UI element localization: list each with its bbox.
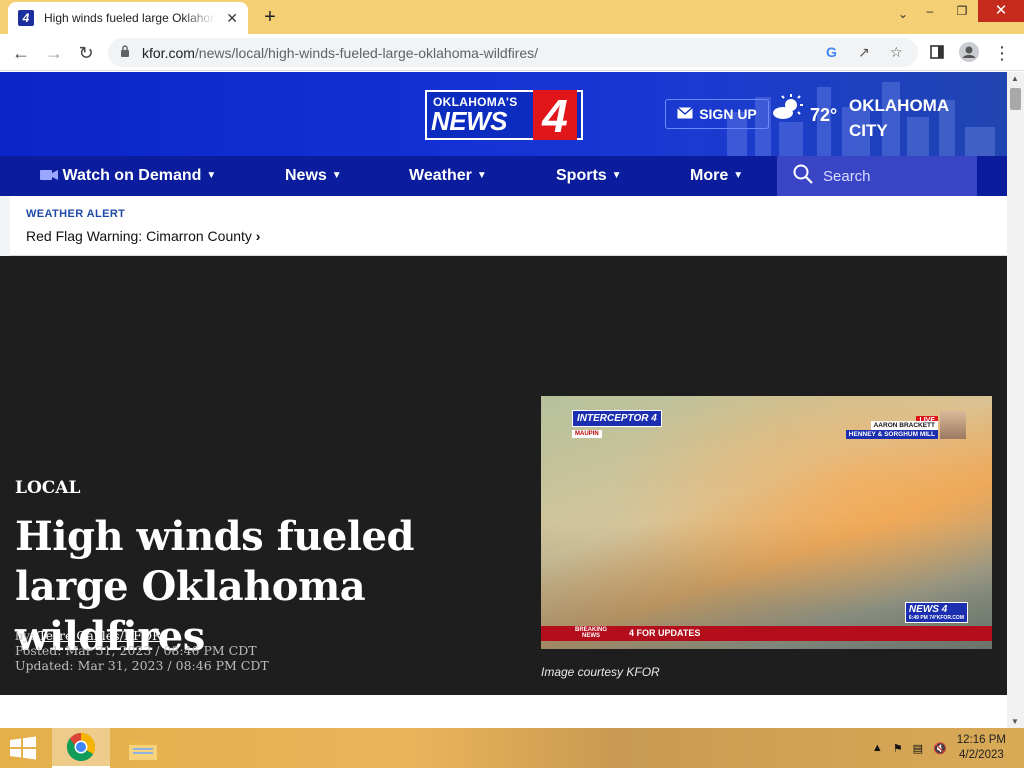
chevron-right-icon: › — [255, 228, 261, 244]
search-placeholder: Search — [823, 167, 871, 185]
article-category[interactable]: LOCAL — [15, 478, 80, 498]
tab-title: High winds fueled large Oklahoma wildfir… — [44, 11, 216, 25]
ticker-text: 4 FOR UPDATES — [629, 628, 701, 638]
nav-weather[interactable]: Weather ▼ — [409, 156, 487, 196]
volume-muted-icon[interactable]: 🔇 — [933, 742, 947, 755]
windows-taskbar: ▲ ⚑ ▤ 🔇 12:16 PM 4/2/2023 — [0, 728, 1024, 768]
web-page: OKLAHOMA'S NEWS 4 SIGN UP 72° OKLAHOMA C… — [0, 72, 1007, 728]
alert-link[interactable]: Red Flag Warning: Cimarron County › — [26, 228, 260, 244]
author-link[interactable]: Terré Gables/KFOR — [38, 628, 161, 643]
address-bar[interactable]: kfor.com/news/local/high-winds-fueled-la… — [108, 38, 918, 67]
file-explorer-taskbar-button[interactable] — [114, 728, 172, 768]
breaking-news-ticker: BREAKING NEWS 4 FOR UPDATES — [541, 626, 992, 641]
partly-sunny-icon[interactable] — [770, 92, 804, 126]
chevron-down-icon: ▼ — [206, 170, 217, 181]
network-icon[interactable]: ▤ — [913, 742, 923, 755]
scroll-down-arrow-icon[interactable]: ▼ — [1011, 717, 1019, 726]
nav-news[interactable]: News ▼ — [285, 156, 342, 196]
image-caption: Image courtesy KFOR — [541, 665, 660, 679]
news4-corner-logo: NEWS 4 6:49 PM 74°KFOR.COM — [904, 602, 968, 623]
google-lens-icon[interactable]: G — [826, 44, 837, 60]
nav-more[interactable]: More ▼ — [690, 156, 743, 196]
browser-titlebar: 4 High winds fueled large Oklahoma wildf… — [0, 0, 1024, 34]
reload-icon[interactable]: ↻ — [75, 42, 97, 64]
side-panel-icon[interactable] — [926, 42, 948, 64]
scroll-up-arrow-icon[interactable]: ▲ — [1011, 74, 1019, 83]
chevron-down-icon: ▼ — [331, 170, 342, 181]
lock-icon[interactable] — [120, 45, 130, 60]
envelope-icon — [677, 106, 694, 122]
video-camera-icon — [40, 157, 58, 197]
nav-sports[interactable]: Sports ▼ — [556, 156, 622, 196]
new-tab-button[interactable]: + — [258, 6, 282, 28]
tab-search-chevron-icon[interactable]: ⌄ — [898, 7, 908, 21]
close-tab-icon[interactable]: ✕ — [226, 10, 238, 27]
window-controls: – ❐ ✕ — [914, 0, 1024, 28]
location-label: HENNEY & SORGHUM MILL — [845, 430, 938, 439]
city-name[interactable]: OKLAHOMA CITY — [849, 93, 989, 143]
browser-menu-icon[interactable]: ⋮ — [991, 42, 1013, 64]
article-byline: by: Terré Gables/KFOR Posted: Mar 31, 20… — [15, 628, 269, 673]
search-input[interactable]: Search — [777, 156, 977, 196]
search-icon — [793, 164, 813, 189]
action-center-flag-icon[interactable]: ⚑ — [893, 742, 903, 755]
updated-date: Updated: Mar 31, 2023 / 08:46 PM CDT — [15, 658, 269, 673]
scroll-thumb[interactable] — [1010, 88, 1021, 110]
chevron-down-icon: ▼ — [476, 170, 487, 181]
kfor-favicon-icon: 4 — [18, 10, 34, 26]
chrome-icon — [66, 733, 95, 761]
main-navigation: Watch on Demand ▼ News ▼ Weather ▼ Sports ▼ … — [0, 156, 1007, 196]
folder-icon — [129, 740, 157, 760]
share-icon[interactable]: ↗ — [858, 44, 870, 61]
forward-arrow-icon[interactable]: → — [43, 42, 65, 64]
minimize-button[interactable]: – — [914, 0, 946, 22]
taskbar-clock[interactable]: 12:16 PM 4/2/2023 — [957, 733, 1006, 763]
browser-toolbar: ← → ↻ kfor.com/news/local/high-winds-fue… — [0, 34, 1024, 71]
article-image[interactable]: INTERCEPTOR 4 MAUPIN LIVE AARON BRACKETT… — [541, 396, 992, 649]
maupin-logo: MAUPIN — [572, 430, 602, 438]
restore-button[interactable]: ❐ — [946, 0, 978, 22]
site-header: OKLAHOMA'S NEWS 4 SIGN UP 72° OKLAHOMA C… — [0, 72, 1007, 156]
close-window-button[interactable]: ✕ — [978, 0, 1024, 22]
interceptor-4-logo: INTERCEPTOR 4 — [572, 410, 662, 427]
alert-label: WEATHER ALERT — [26, 208, 126, 220]
url-text[interactable]: kfor.com/news/local/high-winds-fueled-la… — [142, 45, 538, 61]
chevron-down-icon: ▼ — [733, 170, 744, 181]
posted-date: Posted: Mar 31, 2023 / 08:46 PM CDT — [15, 643, 257, 658]
alert-accent-bar — [0, 196, 10, 256]
temperature[interactable]: 72° — [810, 105, 837, 126]
back-arrow-icon[interactable]: ← — [10, 42, 32, 64]
weather-alert-banner[interactable]: WEATHER ALERT Red Flag Warning: Cimarron… — [0, 196, 1007, 256]
reporter-name: AARON BRACKETT — [870, 421, 938, 430]
reporter-photo — [940, 411, 966, 439]
page-scrollbar[interactable]: ▲ ▼ — [1007, 72, 1024, 728]
sign-up-button[interactable]: SIGN UP — [665, 99, 769, 129]
nav-watch-on-demand[interactable]: Watch on Demand ▼ — [40, 156, 216, 196]
show-hidden-icons-icon[interactable]: ▲ — [872, 742, 883, 754]
windows-start-icon[interactable] — [8, 736, 38, 760]
news4-logo[interactable]: OKLAHOMA'S NEWS 4 — [425, 90, 583, 142]
bookmark-star-icon[interactable]: ☆ — [890, 44, 903, 61]
chevron-down-icon: ▼ — [611, 170, 622, 181]
system-tray: ▲ ⚑ ▤ 🔇 12:16 PM 4/2/2023 — [872, 728, 1024, 768]
chrome-taskbar-button[interactable] — [52, 728, 110, 768]
breaking-news-label: BREAKING NEWS — [574, 627, 607, 639]
browser-tab[interactable]: 4 High winds fueled large Oklahoma wildf… — [8, 2, 248, 34]
article-hero: LOCAL High winds fueled large Oklahoma w… — [0, 256, 1007, 695]
profile-avatar-icon[interactable] — [958, 42, 980, 64]
